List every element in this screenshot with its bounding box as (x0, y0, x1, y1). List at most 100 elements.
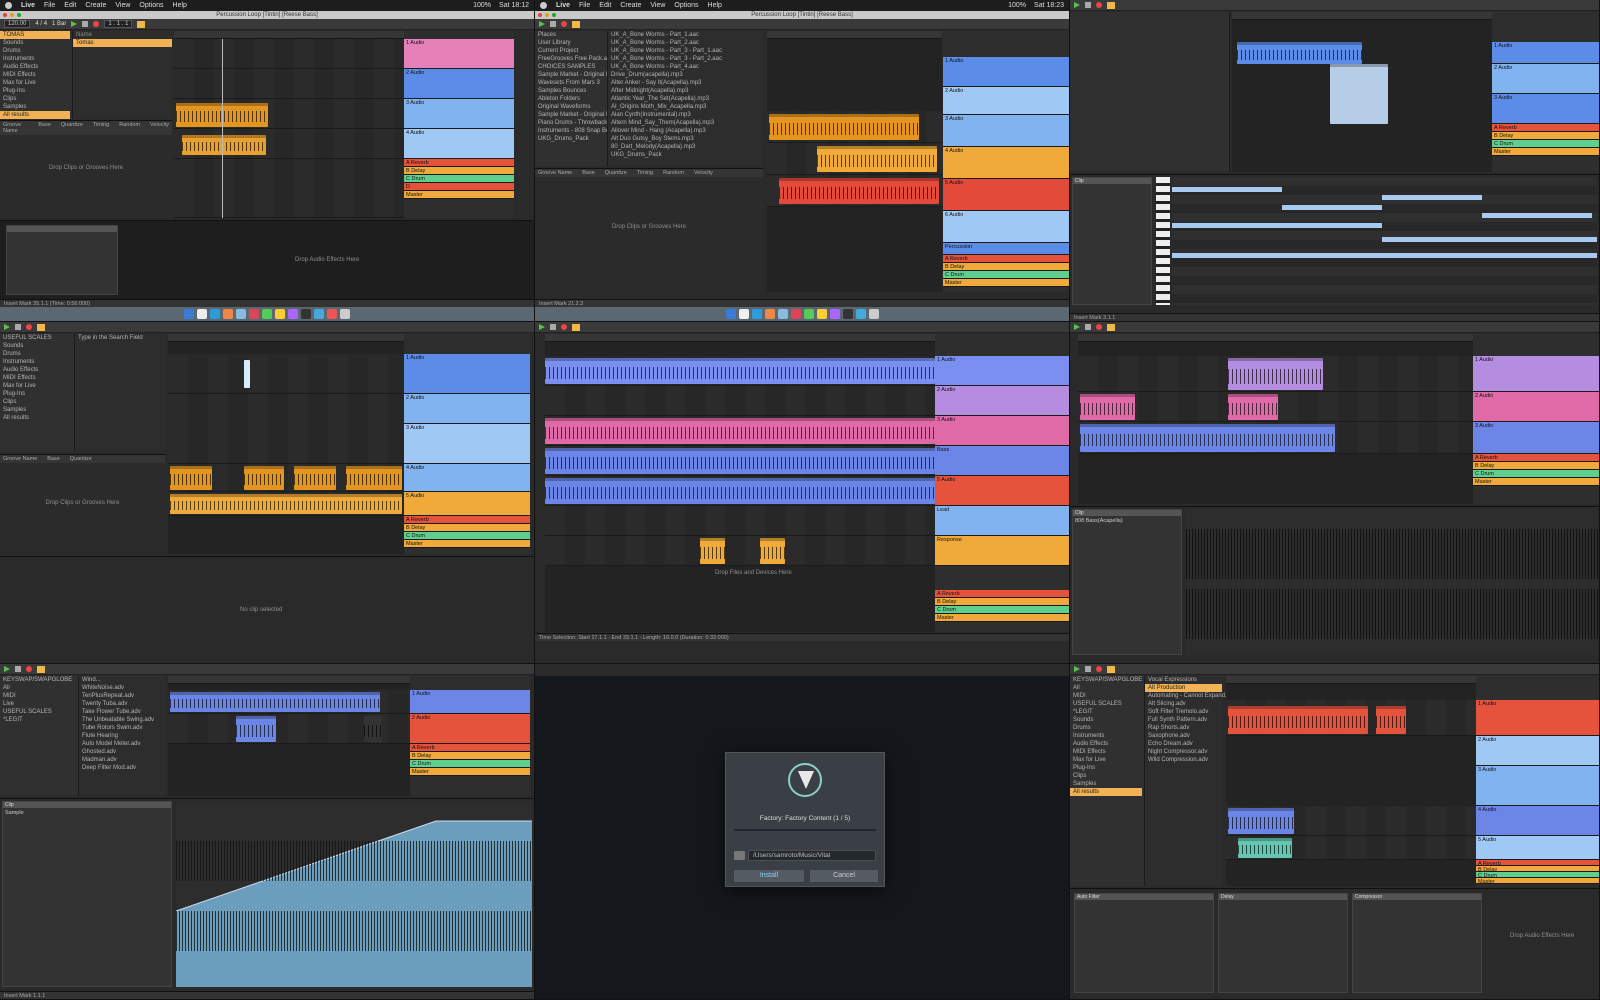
midi-note[interactable] (1172, 223, 1382, 228)
track-lane[interactable] (545, 446, 935, 476)
file-item[interactable]: Drive_Drum(acapella).mp3 (608, 71, 763, 79)
stop-icon[interactable] (1085, 2, 1091, 8)
track-header[interactable]: 1 Audio (1492, 42, 1599, 64)
quantize-menu[interactable]: 1 Bar (52, 21, 66, 27)
track-header[interactable]: 2 Audio (935, 386, 1069, 416)
browser-item[interactable]: All (1070, 684, 1142, 692)
audio-clip[interactable] (545, 358, 935, 384)
play-icon[interactable] (539, 21, 545, 27)
track-header[interactable]: C Drum Buss (1492, 140, 1599, 153)
meter-field[interactable]: 4 / 4 (35, 21, 47, 27)
file-item[interactable]: AI_Origins Moth_Mix_Acapella.mp3 (608, 103, 763, 111)
track-header[interactable]: 3 Audio (404, 424, 530, 464)
browser-item[interactable]: USEFUL SCALES (1070, 700, 1142, 708)
browser-item[interactable]: Plug-Ins (1070, 764, 1142, 772)
audio-clip[interactable] (170, 494, 402, 514)
track-header[interactable]: 3 Audio (1476, 766, 1599, 806)
browser-item[interactable]: MIDI Effects (1070, 748, 1142, 756)
file-item[interactable]: Tube Rotors Swim.adv (79, 724, 165, 732)
browser-item[interactable]: Audio Effects (0, 63, 70, 71)
track-header[interactable]: 4 Audio (943, 147, 1069, 179)
track-header[interactable]: 2 Audio (404, 69, 514, 99)
track-header[interactable]: 2 Audio (404, 394, 530, 424)
file-item[interactable]: Twenty Tuba.adv (79, 700, 165, 708)
close-icon[interactable] (3, 13, 7, 17)
file-item[interactable]: UK_A_Bone Worms - Part_2.aac (608, 39, 763, 47)
file-item[interactable]: UK_A_Bone Worms - Part_3 - Part_1.aac (608, 47, 763, 55)
track-header[interactable]: A Reverb (404, 159, 514, 167)
audio-clip[interactable] (545, 448, 935, 474)
audio-clip[interactable] (294, 466, 336, 490)
track-header[interactable]: B Delay (1492, 132, 1599, 140)
browser-item[interactable]: Ableton Folders (535, 95, 605, 103)
browser-item[interactable]: MIDI Effects (0, 374, 72, 382)
zoom-icon[interactable] (17, 13, 21, 17)
apple-icon[interactable] (5, 2, 12, 9)
menu-help[interactable]: Help (708, 2, 722, 9)
track-header[interactable]: A Reverb (935, 590, 1069, 598)
browser-item[interactable]: Instruments (0, 358, 72, 366)
browser-search[interactable]: TOMAS (0, 31, 70, 39)
stop-icon[interactable] (550, 324, 556, 330)
track-lane[interactable] (545, 506, 935, 536)
file-item[interactable]: Alt Duo Gutsy_Boy Stems.mp3 (608, 135, 763, 143)
app-icon[interactable] (327, 309, 337, 319)
track-lane[interactable] (174, 39, 404, 69)
timeline-ruler[interactable] (168, 676, 410, 684)
record-icon[interactable] (561, 21, 567, 27)
browser-item[interactable]: All results (1070, 788, 1142, 796)
app-icon[interactable] (275, 309, 285, 319)
browser-item[interactable]: *LEGIT (1070, 708, 1142, 716)
stop-icon[interactable] (550, 21, 556, 27)
file-item[interactable]: TenPlusRepeat.adv (79, 692, 165, 700)
track-header[interactable]: B Delay (404, 524, 530, 532)
track-header[interactable]: 5 Audio (943, 179, 1069, 211)
sample-display[interactable] (1186, 509, 1598, 655)
app-icon[interactable] (314, 309, 324, 319)
track-header[interactable]: 6 Audio (943, 211, 1069, 243)
browser-item[interactable]: Samples (0, 103, 70, 111)
menu-app[interactable]: Live (556, 2, 570, 9)
midi-note[interactable] (1172, 253, 1597, 258)
timeline-ruler[interactable] (1232, 12, 1492, 20)
finder-icon[interactable] (184, 309, 194, 319)
file-item[interactable]: Take Flower Tube.adv (79, 708, 165, 716)
track-header[interactable]: C Drum Buss (410, 760, 530, 773)
track-header[interactable]: A Reverb (404, 516, 530, 524)
timeline-ruler[interactable] (174, 31, 404, 39)
browser-item[interactable]: Clips (1070, 772, 1142, 780)
browser-item[interactable]: Clips (0, 398, 72, 406)
track-lane[interactable] (168, 464, 404, 492)
track-header[interactable]: A Reverb (1473, 454, 1599, 462)
browser-item[interactable]: Audio Effects (1070, 740, 1142, 748)
menu-edit[interactable]: Edit (599, 2, 611, 9)
sample-display[interactable] (176, 801, 532, 987)
track-lane[interactable] (1078, 356, 1473, 392)
track-header[interactable]: 3 Audio (1492, 94, 1599, 124)
tempo-field[interactable]: 120.00 (4, 20, 31, 28)
file-item[interactable]: UK_A_Bone Worms - Part_3 - Part_2.aac (608, 55, 763, 63)
install-button[interactable]: Install (734, 870, 804, 882)
follow-toggle[interactable] (37, 323, 45, 331)
track-header[interactable]: Master (1476, 878, 1599, 885)
follow-toggle[interactable] (1107, 665, 1115, 673)
track-header[interactable]: 1 Audio (404, 39, 514, 69)
audio-clip[interactable] (817, 146, 937, 172)
track-header[interactable]: 4 Audio (1476, 806, 1599, 836)
file-item[interactable]: UK_A_Bone Worms - Part_4.aac (608, 63, 763, 71)
track-header[interactable]: B Delay (943, 263, 1069, 271)
browser-item[interactable]: User Library (535, 39, 605, 47)
follow-toggle[interactable] (572, 323, 580, 331)
file-item[interactable]: 80_Dart_Melody(Acapella).mp3 (608, 143, 763, 151)
audio-clip[interactable] (545, 418, 935, 444)
play-icon[interactable] (4, 324, 10, 330)
record-icon[interactable] (561, 324, 567, 330)
midi-clip[interactable] (1330, 64, 1388, 124)
browser-item[interactable]: FreeGrooves Free Pack.ableton (535, 55, 623, 63)
track-lane[interactable] (767, 175, 942, 207)
menu-options[interactable]: Options (674, 2, 698, 9)
device-delay[interactable]: Delay (1218, 893, 1348, 993)
apple-icon[interactable] (540, 2, 547, 9)
browser-item[interactable]: Sounds (0, 39, 70, 47)
audio-clip[interactable] (1376, 706, 1406, 734)
